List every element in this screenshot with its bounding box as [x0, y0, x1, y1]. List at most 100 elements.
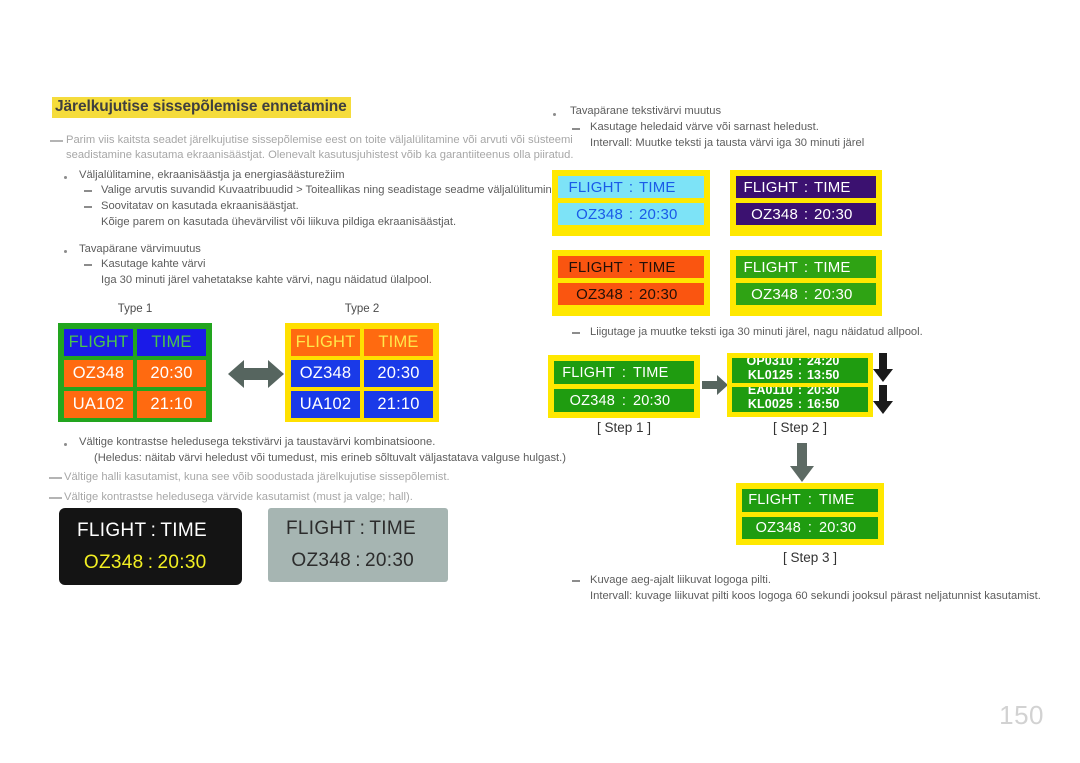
bullet-marker-1 [64, 176, 67, 179]
left-bullet-1-note: Kõige parem on kasutada ühevärvilist või… [101, 216, 457, 228]
green-strip-1: FLIGHT : TIME [736, 256, 876, 278]
flight-board-type1: FLIGHT TIME OZ348 20:30 UA102 21:10 [58, 323, 212, 422]
board1-header-time: TIME [137, 329, 206, 356]
orange-row2-left: OZ348 [576, 285, 623, 303]
orange-strip-2: OZ348 : 20:30 [558, 283, 704, 305]
gray-row2-right: 20:30 [365, 550, 415, 571]
board1-row2-flight: UA102 [64, 391, 133, 418]
step3-row1-left: FLIGHT [748, 492, 801, 509]
color-panel-green: FLIGHT : TIME OZ348 : 20:30 [730, 250, 882, 316]
step2-strip-1: OP0310 : 24:20 KL0125 : 13:50 [732, 358, 868, 383]
step2-s2l1-left: EA0110 [747, 387, 793, 397]
left-bullet-1-sub-1: Valige arvutis suvandid Kuvaatribuudid >… [101, 184, 562, 196]
board-label-type1: Type 1 [117, 303, 153, 315]
left-bullet-2: Tavapärane värvimuutus [79, 243, 201, 255]
cyan-row2-left: OZ348 [576, 205, 623, 223]
black-row2-right: 20:30 [157, 551, 207, 573]
board2-row2-time: 21:10 [364, 391, 433, 418]
step2-s2l2-right: 16:50 [807, 397, 840, 411]
black-row1-right: TIME [160, 519, 207, 541]
board1-row2-time: 21:10 [137, 391, 206, 418]
purple-row2-right: 20:30 [814, 205, 853, 223]
step2-s2l1-sep: : [797, 387, 803, 397]
left-bullet-1: Väljalülitamine, ekraanisäästja ja energ… [79, 169, 345, 181]
step3-row1-right: TIME [819, 492, 855, 509]
board2-header-time: TIME [364, 329, 433, 356]
board1-header-flight: FLIGHT [64, 329, 133, 356]
cyan-strip-1: FLIGHT : TIME [558, 176, 704, 198]
black-row1-sep: : [150, 519, 157, 541]
board2-row1-flight: OZ348 [291, 360, 360, 387]
step1-strip-1: FLIGHT : TIME [554, 361, 694, 384]
cyan-row1-right: TIME [639, 178, 676, 196]
step2-s2l2-sep: : [797, 397, 803, 411]
purple-row2-left: OZ348 [751, 205, 798, 223]
step2-strip2-line1: EA0110 : 20:30 [732, 387, 868, 397]
step2-strip1-line1: OP0310 : 24:20 [732, 358, 868, 368]
step2-label: [ Step 2 ] [772, 420, 828, 435]
board1-row1-flight: OZ348 [64, 360, 133, 387]
left-bullet-1-sub-2: Soovitatav on kasutada ekraanisäästjat. [101, 200, 299, 212]
step2-strip-2: EA0110 : 20:30 KL0025 : 16:50 [732, 387, 868, 412]
gray-row1-left: FLIGHT [286, 518, 356, 539]
arrow-right-icon [702, 375, 728, 395]
left-bullet-2-sub: Kasutage kahte värvi [101, 258, 206, 270]
page-title: Järelkujutise sissepõlemise ennetamine [52, 97, 351, 118]
emdash-marker-intro [50, 140, 63, 142]
dash-marker-1a [84, 190, 92, 192]
gray-row1-sep: : [359, 518, 366, 539]
sample-panel-black: FLIGHT : TIME OZ348 : 20:30 [59, 508, 242, 585]
gray-panel-row-2: OZ348 : 20:30 [286, 550, 430, 572]
green-row1-left: FLIGHT [743, 258, 798, 276]
step1-row1-right: TIME [633, 364, 669, 381]
right-dash-marker-1 [572, 128, 580, 130]
right-dash-marker-3 [572, 580, 580, 582]
step2-s2l2-left: KL0025 [747, 397, 793, 411]
orange-row1-left: FLIGHT [568, 258, 623, 276]
right-bullet-1-note: Intervall: Muutke teksti ja tausta värvi… [590, 137, 865, 149]
step1-row1-sep: : [621, 364, 627, 381]
right-bullet-3-note: Intervall: kuvage liikuvat pilti koos lo… [590, 590, 1041, 602]
step1-panel: FLIGHT : TIME OZ348 : 20:30 [548, 355, 700, 418]
dash-marker-2a [84, 264, 92, 266]
green-row1-sep: : [803, 258, 809, 276]
cyan-row2-sep: : [628, 205, 634, 223]
step2-s1l2-left: KL0125 [747, 368, 793, 382]
purple-strip-1: FLIGHT : TIME [736, 176, 876, 198]
board2-row1-time: 20:30 [364, 360, 433, 387]
gray-row2-sep: : [355, 550, 361, 571]
step2-s1l2-right: 13:50 [807, 368, 840, 382]
step2-s1l1-sep: : [797, 358, 803, 368]
board1-row1-time: 20:30 [137, 360, 206, 387]
flight-board-type2: FLIGHT TIME OZ348 20:30 UA102 21:10 [285, 323, 439, 422]
left-dash-note-1: Vältige halli kasutamist, kuna see võib … [64, 471, 450, 483]
right-bullet-1: Tavapärane tekstivärvi muutus [570, 105, 722, 117]
step1-strip-2: OZ348 : 20:30 [554, 389, 694, 412]
purple-strip-2: OZ348 : 20:30 [736, 203, 876, 225]
emdash-marker-note2 [49, 497, 62, 499]
page-number: 150 [999, 700, 1044, 730]
green-row2-left: OZ348 [751, 285, 798, 303]
double-arrow-icon [228, 357, 284, 391]
step2-s1l1-left: OP0310 [746, 358, 793, 368]
left-dash-note-2: Vältige kontrastse heledusega värvide ka… [64, 491, 413, 503]
step3-strip-1: FLIGHT : TIME [742, 489, 878, 512]
left-bullet-3: Vältige kontrastse heledusega tekstivärv… [79, 436, 436, 448]
intro-line-2: seadistamine kasutama ekraanisäästjat. O… [66, 149, 574, 161]
step2-strip2-line2: KL0025 : 16:50 [732, 397, 868, 411]
left-bullet-2-note: Iga 30 minuti järel vahetatakse kahte vä… [101, 274, 432, 286]
step1-row2-sep: : [621, 392, 627, 409]
board-label-type2: Type 2 [344, 303, 380, 315]
step3-row2-sep: : [807, 519, 813, 536]
step3-strip-2: OZ348 : 20:30 [742, 516, 878, 539]
document-page: Järelkujutise sissepõlemise ennetamine P… [0, 0, 1080, 763]
green-row1-right: TIME [814, 258, 851, 276]
cyan-strip-2: OZ348 : 20:30 [558, 203, 704, 225]
step3-row2-right: 20:30 [819, 519, 857, 536]
orange-row2-sep: : [628, 285, 634, 303]
left-bullet-3-note: (Heledus: näitab värvi heledust või tume… [94, 452, 566, 464]
purple-row2-sep: : [803, 205, 809, 223]
step3-row1-sep: : [807, 492, 813, 509]
board2-header-flight: FLIGHT [291, 329, 360, 356]
orange-row1-right: TIME [639, 258, 676, 276]
